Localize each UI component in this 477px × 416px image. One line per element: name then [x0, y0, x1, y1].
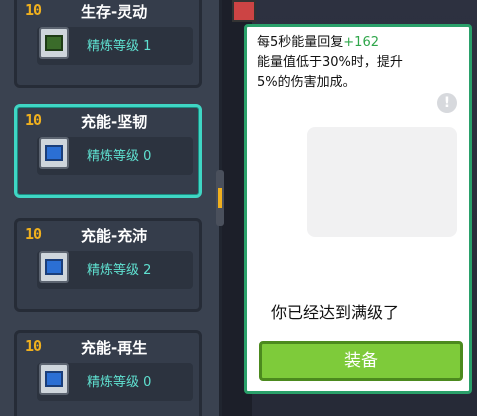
item-level: 10	[25, 337, 42, 355]
item-watermark-image	[307, 127, 457, 237]
list-scrollbar[interactable]	[216, 170, 224, 226]
equip-button[interactable]: 装备	[259, 341, 463, 381]
exclamation-icon: !	[437, 93, 457, 113]
background-character	[232, 0, 256, 22]
item-level: 10	[25, 1, 42, 19]
leaf-chip-icon	[39, 27, 69, 59]
item-refine-level: 精炼等级 0	[87, 149, 152, 164]
item-card-charge-tough[interactable]: 10 充能-坚韧 精炼等级 0	[14, 104, 202, 198]
max-level-text: 你已经达到满级了	[271, 303, 400, 322]
item-card-charge-abundant[interactable]: 10 充能-充沛 精炼等级 2	[14, 218, 202, 312]
battery-chip-icon	[39, 137, 69, 169]
item-level: 10	[25, 225, 42, 243]
item-detail-panel: 每5秒能量回复+162 能量值低于30%时，提升 5%的伤害加成。 ! 你已经达…	[244, 24, 472, 394]
item-name: 充能-充沛	[81, 227, 148, 245]
item-refine-level: 精炼等级 2	[87, 263, 152, 278]
item-card-charge-regen[interactable]: 10 充能-再生 精炼等级 0	[14, 330, 202, 416]
desc-line3: 5%的伤害加成。	[257, 75, 356, 90]
desc-line2: 能量值低于30%时，提升	[257, 55, 403, 70]
item-list-panel[interactable]: 10 生存-灵动 精炼等级 1 10 充能-坚韧 精炼等级 0 10 充能-充沛…	[0, 0, 224, 416]
item-description: 每5秒能量回复+162 能量值低于30%时，提升 5%的伤害加成。	[257, 33, 467, 93]
item-refine-level: 精炼等级 1	[87, 39, 152, 54]
item-name: 充能-再生	[81, 339, 148, 357]
item-level: 10	[25, 111, 42, 129]
item-name: 充能-坚韧	[81, 113, 148, 131]
battery-chip-icon	[39, 251, 69, 283]
battery-chip-icon	[39, 363, 69, 395]
desc-line1-prefix: 每5秒能量回复	[257, 35, 344, 50]
item-refine-level: 精炼等级 0	[87, 375, 152, 390]
desc-line1-value: +162	[343, 35, 379, 50]
scrollbar-thumb[interactable]	[218, 188, 222, 208]
item-card-survival-agile[interactable]: 10 生存-灵动 精炼等级 1	[14, 0, 202, 88]
item-name: 生存-灵动	[81, 3, 148, 21]
